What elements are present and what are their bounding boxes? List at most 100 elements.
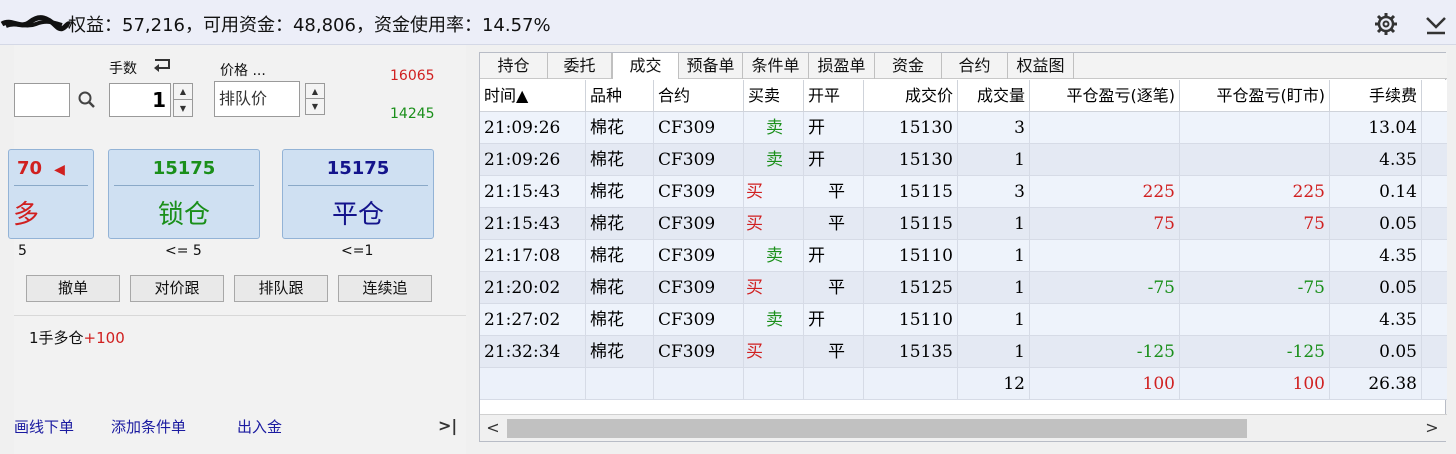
contract-cell: CF309 xyxy=(654,304,744,336)
quantity-stepper[interactable]: ▲ ▼ xyxy=(173,83,193,117)
price-value: 排队价 xyxy=(219,89,268,108)
order-entry-panel: 手数 1 ▲ ▼ 价格 ... 排队价 ▲ ▼ 16065 14245 70 ◀ … xyxy=(8,45,466,454)
header-pnl-per-trade[interactable]: 平仓盈亏(逐笔) xyxy=(1030,80,1180,112)
continuous-chase-button[interactable]: 连续追 xyxy=(338,275,432,302)
price-input[interactable]: 排队价 xyxy=(214,81,300,117)
table-row[interactable]: 21:17:08 棉花 CF309 卖开 15110 1 4.35 xyxy=(480,240,1447,272)
header-contract[interactable]: 合约 xyxy=(654,80,744,112)
pnl-mtm-cell xyxy=(1180,304,1330,336)
product-cell: 棉花 xyxy=(586,176,654,208)
deposit-withdraw-link[interactable]: 出入金 xyxy=(237,416,282,437)
table-row[interactable]: 21:20:02 棉花 CF309 买平 15125 1 -75 -75 0.05 xyxy=(480,272,1447,304)
header-side[interactable]: 买卖 xyxy=(744,80,804,112)
scrollbar-thumb[interactable] xyxy=(507,419,1247,438)
table-row[interactable]: 21:32:34 棉花 CF309 买平 15135 1 -125 -125 0.05 xyxy=(480,336,1447,368)
contract-cell: CF309 xyxy=(654,240,744,272)
pnl-mtm-cell: -75 xyxy=(1180,272,1330,304)
side-cell: 买 xyxy=(744,208,804,240)
pnl-per-trade-cell: 100 xyxy=(1030,368,1180,400)
contract-cell: CF309 xyxy=(654,112,744,144)
time-cell: 21:27:02 xyxy=(480,304,586,336)
follow-opposite-button[interactable]: 对价跟 xyxy=(130,275,224,302)
follow-queue-button[interactable]: 排队跟 xyxy=(234,275,328,302)
add-condition-order-link[interactable]: 添加条件单 xyxy=(111,416,186,437)
side-cell: 卖 xyxy=(744,112,804,144)
volume-cell: 1 xyxy=(958,240,1030,272)
stepper-down-icon[interactable]: ▼ xyxy=(306,99,324,114)
tab-stop-orders[interactable]: 损盈单 xyxy=(809,53,875,79)
time-cell: 21:20:02 xyxy=(480,272,586,304)
side-cell: 买 xyxy=(744,336,804,368)
header-overflow xyxy=(1422,80,1447,112)
table-row[interactable]: 21:15:43 棉花 CF309 买平 15115 3 225 225 0.14 xyxy=(480,176,1447,208)
tab-funds[interactable]: 资金 xyxy=(875,53,942,79)
table-row[interactable]: 21:27:02 棉花 CF309 卖开 15110 1 4.35 xyxy=(480,304,1447,336)
search-icon[interactable] xyxy=(78,91,96,109)
quantity-input[interactable]: 1 xyxy=(109,83,171,117)
volume-cell: 1 xyxy=(958,208,1030,240)
cancel-order-button[interactable]: 撤单 xyxy=(26,275,120,302)
header-volume[interactable]: 成交量 xyxy=(958,80,1030,112)
header-open-close[interactable]: 开平 xyxy=(804,80,864,112)
side-cell: 卖 xyxy=(744,304,804,336)
overflow-cell xyxy=(1422,368,1447,400)
price-stepper[interactable]: ▲ ▼ xyxy=(305,83,325,115)
stepper-up-icon[interactable]: ▲ xyxy=(306,84,324,99)
table-row[interactable]: 21:15:43 棉花 CF309 买平 15115 1 75 75 0.05 xyxy=(480,208,1447,240)
overflow-cell xyxy=(1422,112,1447,144)
tab-orders[interactable]: 委托 xyxy=(548,53,612,79)
account-summary-text: 权益：57,216，可用资金：48,806，资金使用率：14.57% xyxy=(68,15,551,36)
tab-positions[interactable]: 持仓 xyxy=(480,53,548,79)
tab-contracts[interactable]: 合约 xyxy=(942,53,1008,79)
contract-cell xyxy=(654,368,744,400)
product-cell xyxy=(586,368,654,400)
account-summary-bar: 权益：57,216，可用资金：48,806，资金使用率：14.57% xyxy=(0,0,1456,45)
pnl-mtm-cell: -125 xyxy=(1180,336,1330,368)
horizontal-scrollbar[interactable]: < > xyxy=(480,414,1447,441)
open-close-cell: 平 xyxy=(804,208,864,240)
header-commission[interactable]: 手续费 xyxy=(1330,80,1422,112)
stepper-down-icon[interactable]: ▼ xyxy=(174,100,192,116)
price-cell: 15130 xyxy=(864,112,958,144)
volume-cell: 3 xyxy=(958,176,1030,208)
product-cell: 棉花 xyxy=(586,144,654,176)
buy-long-price: 70 ◀ xyxy=(17,158,65,179)
tab-trades[interactable]: 成交 xyxy=(612,53,679,79)
lock-position-button[interactable]: 15175 锁仓 xyxy=(108,149,260,239)
scroll-right-icon[interactable]: > xyxy=(1422,418,1442,438)
commission-cell: 0.05 xyxy=(1330,272,1422,304)
header-time[interactable]: 时间▲ xyxy=(480,80,586,112)
collapse-panel-icon[interactable]: >| xyxy=(438,416,457,435)
price-cell: 15115 xyxy=(864,208,958,240)
scroll-left-icon[interactable]: < xyxy=(483,418,503,438)
close-position-button[interactable]: 15175 平仓 xyxy=(282,149,434,239)
draw-line-order-link[interactable]: 画线下单 xyxy=(14,416,74,437)
volume-cell: 3 xyxy=(958,112,1030,144)
contract-input[interactable] xyxy=(14,83,70,117)
chevron-down-icon[interactable] xyxy=(1424,12,1448,36)
header-price[interactable]: 成交价 xyxy=(864,80,958,112)
trades-panel: 持仓 委托 成交 预备单 条件单 损盈单 资金 合约 权益图 时间▲ 品种 合约… xyxy=(479,52,1447,442)
totals-row[interactable]: 12 100 100 26.38 xyxy=(480,368,1447,400)
tab-conditional-orders[interactable]: 条件单 xyxy=(743,53,809,79)
price-cell: 15110 xyxy=(864,240,958,272)
time-cell: 21:15:43 xyxy=(480,176,586,208)
commission-cell: 4.35 xyxy=(1330,240,1422,272)
product-cell: 棉花 xyxy=(586,272,654,304)
left-triangle-icon: ◀ xyxy=(54,162,65,178)
header-pnl-mark-to-market[interactable]: 平仓盈亏(盯市) xyxy=(1180,80,1330,112)
table-row[interactable]: 21:09:26 棉花 CF309 卖开 15130 3 13.04 xyxy=(480,112,1447,144)
gear-icon[interactable] xyxy=(1374,12,1398,36)
lock-position-label: 锁仓 xyxy=(157,200,210,230)
header-product[interactable]: 品种 xyxy=(586,80,654,112)
tab-prepared-orders[interactable]: 预备单 xyxy=(679,53,743,79)
buy-long-button[interactable]: 70 ◀ 多 xyxy=(8,149,94,239)
tab-equity-chart[interactable]: 权益图 xyxy=(1008,53,1074,79)
contract-cell: CF309 xyxy=(654,144,744,176)
trades-table: 时间▲ 品种 合约 买卖 开平 成交价 成交量 平仓盈亏(逐笔) 平仓盈亏(盯市… xyxy=(480,80,1447,416)
stepper-up-icon[interactable]: ▲ xyxy=(174,84,192,100)
reply-arrow-icon[interactable] xyxy=(152,58,172,74)
table-row[interactable]: 21:09:26 棉花 CF309 卖开 15130 1 4.35 xyxy=(480,144,1447,176)
open-close-cell xyxy=(804,368,864,400)
side-cell xyxy=(744,368,804,400)
